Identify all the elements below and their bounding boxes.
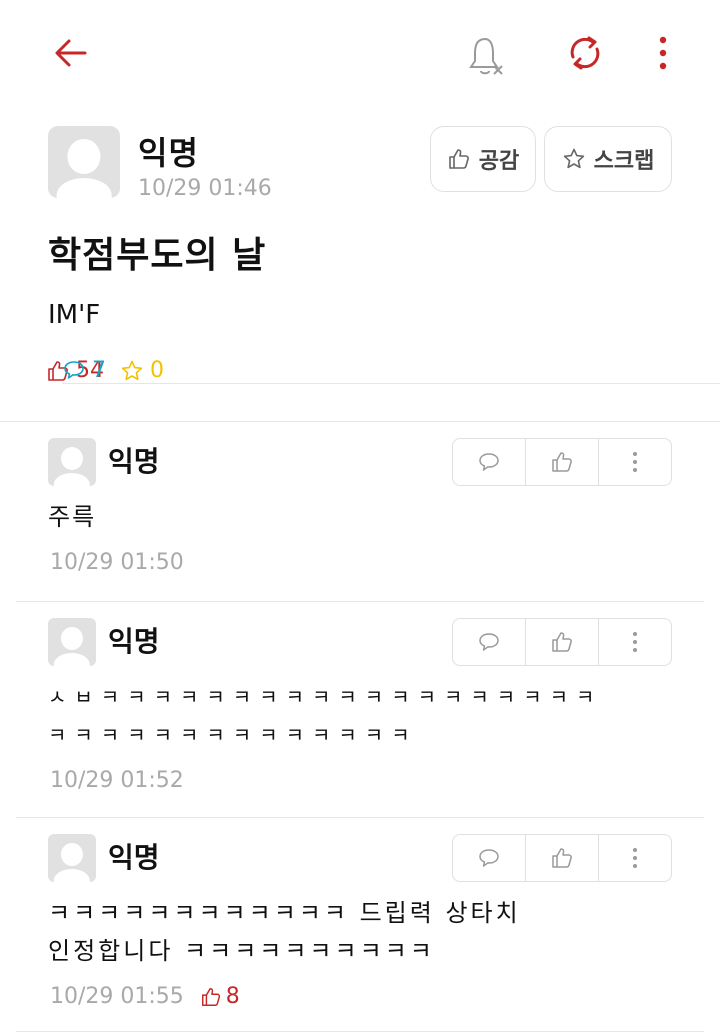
comment-date: 10/29 01:50 bbox=[50, 550, 184, 575]
comment-more-button[interactable] bbox=[599, 835, 671, 881]
comment-like-button[interactable] bbox=[526, 439, 599, 485]
comment-text: ㅋㅋㅋㅋㅋㅋㅋㅋㅋㅋㅋㅋ 드립력 상타치 인정합니다 ㅋㅋㅋㅋㅋㅋㅋㅋㅋㅋ bbox=[48, 899, 521, 965]
comment-like-button[interactable] bbox=[526, 835, 599, 881]
comment-item: 익명 ㅅㅂㅋㅋㅋㅋㅋㅋㅋㅋㅋㅋㅋㅋㅋㅋㅋㅋㅋㅋㅋ ㅋㅋㅋㅋㅋㅋㅋㅋㅋㅋㅋㅋㅋㅋ … bbox=[16, 602, 704, 818]
top-bar bbox=[0, 0, 720, 100]
avatar bbox=[48, 834, 96, 882]
more-options-button[interactable] bbox=[648, 28, 678, 78]
comment-count-value: 7 bbox=[92, 357, 106, 383]
speech-bubble-icon bbox=[479, 849, 499, 867]
comment-text: 주륵 bbox=[48, 503, 97, 531]
avatar bbox=[48, 438, 96, 486]
speech-bubble-icon bbox=[479, 633, 499, 651]
scrap-button-label: 스크랩 bbox=[593, 149, 655, 174]
reply-button[interactable] bbox=[453, 835, 526, 881]
comment-actions bbox=[452, 438, 672, 486]
comment-like-button[interactable] bbox=[526, 619, 599, 665]
thumbs-up-icon bbox=[448, 149, 469, 169]
more-vertical-icon bbox=[633, 848, 637, 868]
comment-item: 익명 주륵 10/29 01:50 bbox=[16, 422, 704, 602]
speech-bubble-icon bbox=[64, 361, 84, 379]
thumbs-up-icon bbox=[552, 632, 572, 652]
more-vertical-icon bbox=[633, 632, 637, 652]
refresh-icon bbox=[570, 36, 600, 70]
post-body: IM'F bbox=[48, 300, 101, 330]
comment-author: 익명 bbox=[108, 841, 160, 874]
comment-date: 10/29 01:52 bbox=[50, 768, 184, 793]
like-button-label: 공감 bbox=[478, 149, 520, 174]
comment-meta: 10/29 01:55 8 bbox=[50, 984, 240, 1009]
scrap-button[interactable]: 스크랩 bbox=[544, 126, 672, 192]
post-title: 학점부도의 날 bbox=[48, 235, 267, 276]
avatar bbox=[48, 126, 120, 198]
comment-author: 익명 bbox=[108, 625, 160, 658]
comment-meta: 10/29 01:52 bbox=[50, 768, 184, 793]
comment-text: ㅅㅂㅋㅋㅋㅋㅋㅋㅋㅋㅋㅋㅋㅋㅋㅋㅋㅋㅋㅋㅋ ㅋㅋㅋㅋㅋㅋㅋㅋㅋㅋㅋㅋㅋㅋ bbox=[48, 685, 603, 747]
more-vertical-icon bbox=[659, 36, 667, 70]
comment-item: 익명 ㅋㅋㅋㅋㅋㅋㅋㅋㅋㅋㅋㅋ 드립력 상타치 인정합니다 ㅋㅋㅋㅋㅋㅋㅋㅋㅋㅋ… bbox=[16, 818, 704, 1032]
back-arrow-icon bbox=[55, 39, 87, 67]
like-button[interactable]: 공감 bbox=[430, 126, 536, 192]
comment-more-button[interactable] bbox=[599, 619, 671, 665]
post-author: 익명 bbox=[138, 134, 199, 172]
avatar bbox=[48, 618, 96, 666]
reply-button[interactable] bbox=[453, 439, 526, 485]
comment-like-count-value: 8 bbox=[225, 984, 240, 1009]
speech-bubble-icon bbox=[479, 453, 499, 471]
post-stats: 54 7 0 bbox=[46, 358, 720, 384]
refresh-button[interactable] bbox=[560, 28, 610, 78]
star-icon bbox=[563, 148, 584, 169]
more-vertical-icon bbox=[633, 452, 637, 472]
comment-meta: 10/29 01:50 bbox=[50, 550, 184, 575]
thumbs-up-icon bbox=[552, 848, 572, 868]
bell-off-icon bbox=[469, 37, 503, 75]
comment-count: 7 bbox=[62, 358, 720, 384]
notification-off-button[interactable] bbox=[462, 30, 512, 80]
comment-author: 익명 bbox=[108, 445, 160, 478]
comment-like-count: 8 bbox=[200, 984, 240, 1009]
back-button[interactable] bbox=[48, 30, 94, 76]
comment-actions bbox=[452, 834, 672, 882]
post: 익명 10/29 01:46 공감 스크랩 학점부도의 날 IM'F 54 7 bbox=[0, 110, 720, 422]
thumbs-up-icon bbox=[552, 452, 572, 472]
reply-button[interactable] bbox=[453, 619, 526, 665]
thumbs-up-icon bbox=[201, 987, 220, 1006]
comment-actions bbox=[452, 618, 672, 666]
comment-date: 10/29 01:55 bbox=[50, 984, 184, 1009]
post-date: 10/29 01:46 bbox=[138, 176, 272, 201]
comment-more-button[interactable] bbox=[599, 439, 671, 485]
